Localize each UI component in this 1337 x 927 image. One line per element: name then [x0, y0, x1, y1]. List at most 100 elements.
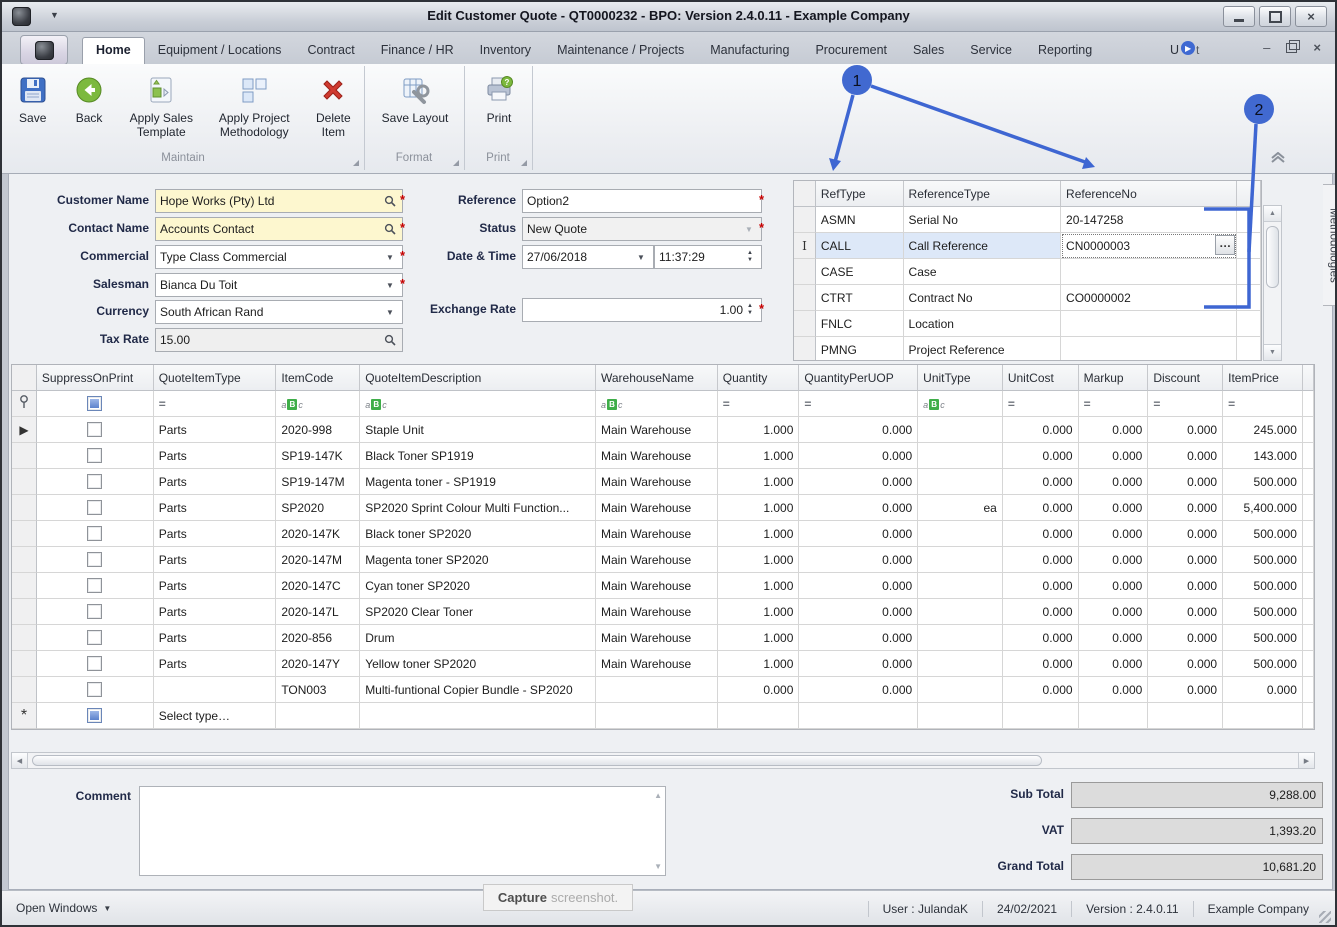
save-layout-button[interactable]: Save Layout	[375, 70, 455, 125]
grid-cell-discount[interactable]: 0.000	[1148, 625, 1223, 651]
grid-cell-discount[interactable]: 0.000	[1148, 417, 1223, 443]
column-header-itemprice[interactable]: ItemPrice	[1223, 365, 1303, 391]
scroll-left-icon[interactable]: ◀	[12, 753, 28, 768]
salesman-select[interactable]: Bianca Du Toit ▼	[155, 273, 403, 297]
filter-cell-markup[interactable]: =	[1079, 391, 1149, 417]
filter-cell-unitcost[interactable]: =	[1003, 391, 1079, 417]
tab-methodologies[interactable]: Methodologies	[1323, 184, 1337, 306]
ref-cell-referenceno[interactable]: 20-147258	[1061, 207, 1237, 233]
customer-name-field[interactable]: Hope Works (Pty) Ltd	[155, 189, 403, 213]
items-grid-hscrollbar[interactable]: ◀ ▶	[11, 752, 1315, 769]
resize-grip[interactable]	[1319, 911, 1331, 923]
grid-cell-quoteitemtype[interactable]: Parts	[154, 573, 277, 599]
column-header-unitcost[interactable]: UnitCost	[1003, 365, 1079, 391]
new-row-cell-quantityperuop[interactable]	[799, 703, 918, 729]
grid-cell-unitcost[interactable]: 0.000	[1003, 521, 1079, 547]
filter-cell-quantity[interactable]: =	[718, 391, 800, 417]
new-row-cell-quantity[interactable]	[718, 703, 800, 729]
mdi-close-icon[interactable]: ×	[1313, 41, 1321, 54]
grid-cell-quoteitemtype[interactable]: Parts	[154, 625, 277, 651]
grid-cell-quantity[interactable]: 1.000	[718, 547, 800, 573]
grid-cell-unitcost[interactable]: 0.000	[1003, 443, 1079, 469]
grid-cell-unitcost[interactable]: 0.000	[1003, 547, 1079, 573]
group-dialog-launcher-icon[interactable]	[521, 160, 527, 166]
grid-cell-quantity[interactable]: 1.000	[718, 443, 800, 469]
commercial-select[interactable]: Type Class Commercial ▼	[155, 245, 403, 269]
grid-cell-unittype[interactable]	[918, 573, 1003, 599]
grid-cell-quoteitemdescription[interactable]: SP2020 Clear Toner	[360, 599, 596, 625]
grid-cell-markup[interactable]: 0.000	[1079, 417, 1149, 443]
grid-cell-warehousename[interactable]: Main Warehouse	[596, 521, 718, 547]
grid-cell-quoteitemtype[interactable]: Parts	[154, 469, 277, 495]
grid-cell-unitcost[interactable]: 0.000	[1003, 599, 1079, 625]
grid-cell-unitcost[interactable]: 0.000	[1003, 469, 1079, 495]
grid-cell-quoteitemdescription[interactable]: Magenta toner SP2020	[360, 547, 596, 573]
grid-cell-markup[interactable]: 0.000	[1079, 677, 1149, 703]
ref-cell-reftype[interactable]: CASE	[816, 259, 904, 285]
reference-grid-vscrollbar[interactable]: ▲ ▼	[1263, 205, 1282, 361]
grid-cell-unittype[interactable]	[918, 677, 1003, 703]
grid-cell-warehousename[interactable]	[596, 677, 718, 703]
ref-cell-reftype[interactable]: CALL	[816, 233, 904, 259]
date-picker[interactable]: 27/06/2018 ▼	[522, 245, 654, 269]
grid-cell-quantityperuop[interactable]: 0.000	[799, 625, 918, 651]
grid-cell-warehousename[interactable]: Main Warehouse	[596, 417, 718, 443]
grid-cell-quantity[interactable]: 1.000	[718, 521, 800, 547]
ref-cell-referenceno[interactable]	[1061, 337, 1237, 361]
grid-cell-warehousename[interactable]: Main Warehouse	[596, 469, 718, 495]
tax-rate-field[interactable]: 15.00	[155, 328, 403, 352]
grid-cell-quoteitemdescription[interactable]: Black Toner SP1919	[360, 443, 596, 469]
tab-finance-hr[interactable]: Finance / HR	[368, 38, 467, 64]
grid-cell-quoteitemdescription[interactable]: Black toner SP2020	[360, 521, 596, 547]
grid-cell-unittype[interactable]	[918, 625, 1003, 651]
grid-cell-itemprice[interactable]: 245.000	[1223, 417, 1303, 443]
grid-cell-itemcode[interactable]: 2020-147K	[276, 521, 360, 547]
checkbox-icon[interactable]	[87, 474, 102, 489]
grid-cell-unitcost[interactable]: 0.000	[1003, 495, 1079, 521]
filter-cell-discount[interactable]: =	[1148, 391, 1223, 417]
new-row-cell-markup[interactable]	[1079, 703, 1149, 729]
reference-input[interactable]: Option2	[522, 189, 762, 213]
new-row-cell-unittype[interactable]	[918, 703, 1003, 729]
filter-cell-suppressonprint[interactable]	[37, 391, 154, 417]
grid-cell-warehousename[interactable]: Main Warehouse	[596, 573, 718, 599]
grid-cell-warehousename[interactable]: Main Warehouse	[596, 625, 718, 651]
grid-cell-discount[interactable]: 0.000	[1148, 573, 1223, 599]
grid-cell-quantity[interactable]: 1.000	[718, 573, 800, 599]
ref-cell-referencetype[interactable]: Project Reference	[904, 337, 1061, 361]
grid-cell-unitcost[interactable]: 0.000	[1003, 677, 1079, 703]
ref-cell-referencetype[interactable]: Serial No	[904, 207, 1061, 233]
grid-cell-unittype[interactable]	[918, 599, 1003, 625]
checkbox-icon[interactable]	[87, 552, 102, 567]
column-header-discount[interactable]: Discount	[1148, 365, 1223, 391]
grid-cell-discount[interactable]: 0.000	[1148, 677, 1223, 703]
grid-cell-discount[interactable]: 0.000	[1148, 495, 1223, 521]
grid-cell-itemprice[interactable]: 500.000	[1223, 599, 1303, 625]
tab-procurement[interactable]: Procurement	[802, 38, 900, 64]
column-header-quantity[interactable]: Quantity	[718, 365, 800, 391]
grid-cell-suppressonprint[interactable]	[37, 469, 154, 495]
tab-home[interactable]: Home	[82, 37, 145, 64]
grid-cell-quoteitemdescription[interactable]: SP2020 Sprint Colour Multi Function...	[360, 495, 596, 521]
grid-cell-suppressonprint[interactable]	[37, 599, 154, 625]
grid-cell-itemprice[interactable]: 500.000	[1223, 573, 1303, 599]
grid-cell-itemprice[interactable]: 500.000	[1223, 625, 1303, 651]
grid-cell-itemcode[interactable]: SP19-147M	[276, 469, 360, 495]
ref-column-header[interactable]: ReferenceType	[904, 181, 1061, 207]
exchange-rate-spinner[interactable]: 1.00 ▲▼	[522, 298, 762, 322]
grid-cell-discount[interactable]: 0.000	[1148, 521, 1223, 547]
grid-cell-markup[interactable]: 0.000	[1079, 547, 1149, 573]
checkbox-icon[interactable]	[87, 656, 102, 671]
chevron-down-icon[interactable]: ▼	[633, 253, 649, 262]
grid-cell-suppressonprint[interactable]	[37, 625, 154, 651]
grid-cell-markup[interactable]: 0.000	[1079, 573, 1149, 599]
grid-cell-itemcode[interactable]: 2020-147L	[276, 599, 360, 625]
grid-cell-quantityperuop[interactable]: 0.000	[799, 599, 918, 625]
group-dialog-launcher-icon[interactable]	[453, 160, 459, 166]
grid-cell-markup[interactable]: 0.000	[1079, 469, 1149, 495]
checkbox-icon[interactable]	[87, 578, 102, 593]
column-header-markup[interactable]: Markup	[1079, 365, 1149, 391]
maximize-button[interactable]	[1259, 6, 1291, 27]
new-row-cell-warehousename[interactable]	[596, 703, 718, 729]
grid-cell-suppressonprint[interactable]	[37, 651, 154, 677]
